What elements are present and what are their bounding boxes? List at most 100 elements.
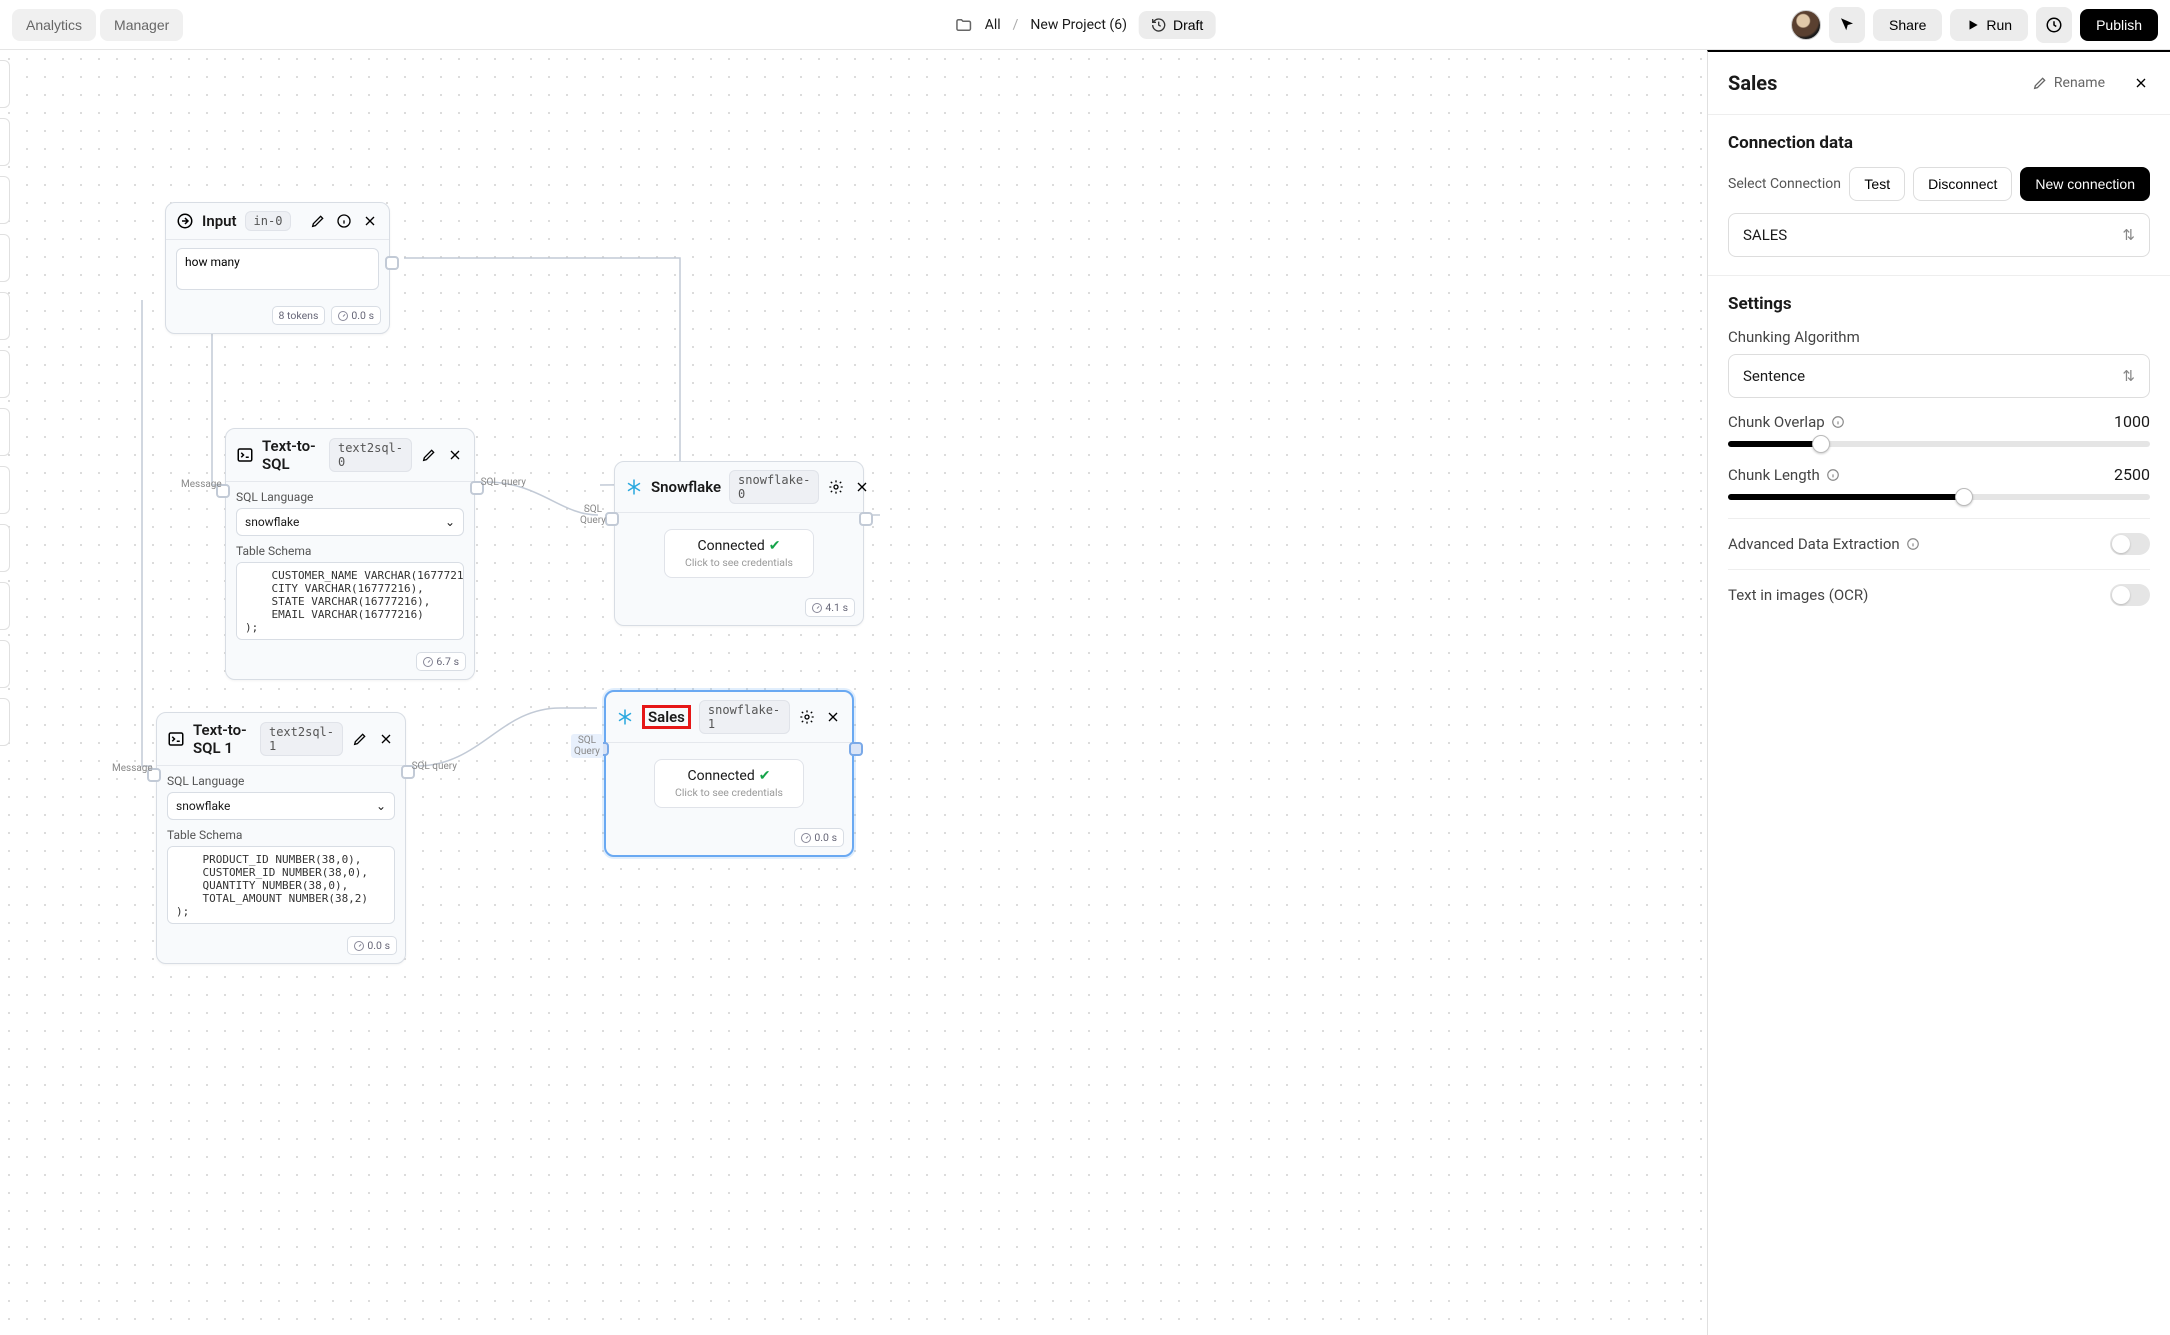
test-button[interactable]: Test (1849, 167, 1905, 201)
gear-icon[interactable] (798, 708, 816, 726)
port-out[interactable] (385, 256, 399, 270)
port-out[interactable] (849, 742, 863, 756)
connected-chip[interactable]: Connected✔ Click to see credentials (654, 759, 804, 808)
share-button[interactable]: Share (1873, 9, 1942, 41)
connected-sub: Click to see credentials (675, 786, 783, 799)
draft-label: Draft (1173, 17, 1203, 33)
time-chip: 0.0 s (347, 936, 397, 955)
sql-lang-select[interactable]: snowflake⌄ (167, 792, 395, 820)
new-connection-button[interactable]: New connection (2020, 167, 2150, 201)
node-id-chip: snowflake-0 (729, 470, 819, 504)
advanced-extraction-toggle[interactable] (2110, 533, 2150, 555)
run-label: Run (1986, 17, 2012, 33)
port-in-label: Message (181, 479, 222, 490)
info-icon[interactable] (1831, 415, 1845, 429)
node-input[interactable]: Input in-0 8 tokens 0.0 s (165, 202, 390, 334)
close-icon[interactable] (361, 212, 379, 230)
chunk-algo-label: Chunking Algorithm (1728, 328, 2150, 346)
chunk-length-value: 2500 (2114, 465, 2150, 484)
close-icon[interactable] (377, 730, 395, 748)
schema-label: Table Schema (236, 544, 464, 558)
schema-box[interactable]: CUSTOMER_NAME VARCHAR(16777216), CITY VA… (236, 562, 464, 640)
chunk-overlap-slider[interactable] (1728, 441, 2150, 447)
edit-icon[interactable] (309, 212, 327, 230)
breadcrumb-project[interactable]: New Project (6) (1030, 17, 1127, 33)
connected-sub: Click to see credentials (685, 556, 793, 569)
canvas[interactable]: Input in-0 8 tokens 0.0 s (0, 50, 1707, 1335)
node-id-chip: snowflake-1 (699, 700, 790, 734)
sql-lang-select[interactable]: snowflake⌄ (236, 508, 464, 536)
node-title: Sales (642, 705, 691, 729)
ocr-label: Text in images (OCR) (1728, 586, 1868, 604)
port-out-label: SQL query (481, 477, 526, 488)
chunk-overlap-label: Chunk Overlap (1728, 413, 1845, 431)
edit-icon[interactable] (351, 730, 369, 748)
time-chip: 0.0 s (794, 828, 844, 847)
port-out[interactable] (859, 512, 873, 526)
node-title: Text-to-SQL (262, 437, 321, 473)
chevron-updown-icon: ⇅ (2122, 226, 2135, 244)
rename-label: Rename (2054, 75, 2105, 91)
chevron-down-icon: ⌄ (445, 515, 455, 529)
connection-heading: Connection data (1728, 133, 2150, 153)
breadcrumb-all[interactable]: All (985, 17, 1001, 33)
disconnect-button[interactable]: Disconnect (1913, 167, 2012, 201)
breadcrumb-sep: / (1013, 17, 1019, 33)
folder-icon (955, 16, 973, 34)
port-in-label: SQL Query (580, 504, 606, 526)
info-icon[interactable] (335, 212, 353, 230)
connected-chip[interactable]: Connected✔ Click to see credentials (664, 529, 814, 578)
input-icon (176, 212, 194, 230)
close-icon[interactable] (824, 708, 842, 726)
tab-analytics[interactable]: Analytics (12, 9, 96, 41)
settings-heading: Settings (1728, 294, 2150, 314)
node-sales[interactable]: Sales snowflake-1 Connected✔ Click to se… (604, 690, 854, 857)
node-title: Text-to-SQL 1 (193, 721, 252, 757)
topbar: Analytics Manager All / New Project (6) … (0, 0, 2170, 50)
advanced-extraction-label: Advanced Data Extraction (1728, 535, 1920, 553)
tab-manager[interactable]: Manager (100, 9, 183, 41)
close-panel-icon[interactable] (2132, 74, 2150, 92)
cursor-button[interactable] (1829, 7, 1865, 43)
schema-box[interactable]: PRODUCT_ID NUMBER(38,0), CUSTOMER_ID NUM… (167, 846, 395, 924)
close-icon[interactable] (853, 478, 871, 496)
input-text[interactable] (176, 248, 379, 290)
node-text2sql-1[interactable]: Text-to-SQL 1 text2sql-1 SQL Language sn… (156, 712, 406, 964)
terminal-icon (167, 730, 185, 748)
left-rail (0, 60, 10, 746)
port-in-label: Message (112, 763, 153, 774)
chunk-length-slider[interactable] (1728, 494, 2150, 500)
rename-button[interactable]: Rename (2017, 68, 2120, 98)
chunk-algo-select[interactable]: Sentence ⇅ (1728, 354, 2150, 398)
avatar[interactable] (1791, 10, 1821, 40)
run-button[interactable]: Run (1950, 9, 2028, 41)
ocr-toggle[interactable] (2110, 584, 2150, 606)
chevron-down-icon: ⌄ (376, 799, 386, 813)
time-chip: 0.0 s (331, 306, 381, 325)
connection-select[interactable]: SALES ⇅ (1728, 213, 2150, 257)
port-in[interactable] (605, 512, 619, 526)
close-icon[interactable] (446, 446, 464, 464)
edit-icon[interactable] (420, 446, 438, 464)
info-icon[interactable] (1826, 468, 1840, 482)
node-title: Input (202, 212, 237, 230)
draft-button[interactable]: Draft (1139, 11, 1215, 39)
snowflake-icon (616, 708, 634, 726)
chunk-overlap-value: 1000 (2114, 412, 2150, 431)
terminal-icon (236, 446, 254, 464)
node-snowflake-0[interactable]: Snowflake snowflake-0 Connected✔ Click t… (614, 461, 864, 626)
check-icon: ✔ (769, 538, 781, 554)
gear-icon[interactable] (827, 478, 845, 496)
node-text2sql-0[interactable]: Text-to-SQL text2sql-0 SQL Language snow… (225, 428, 475, 680)
chunk-length-label: Chunk Length (1728, 466, 1840, 484)
port-in-label: SQL Query (571, 734, 603, 758)
info-icon[interactable] (1906, 537, 1920, 551)
time-chip: 4.1 s (805, 598, 855, 617)
sql-lang-label: SQL Language (236, 490, 464, 504)
breadcrumb: All / New Project (6) Draft (955, 11, 1216, 39)
chunk-algo-value: Sentence (1743, 367, 1805, 385)
clock-button[interactable] (2036, 7, 2072, 43)
pencil-icon (2032, 75, 2048, 91)
publish-button[interactable]: Publish (2080, 9, 2158, 41)
sql-lang-label: SQL Language (167, 774, 395, 788)
